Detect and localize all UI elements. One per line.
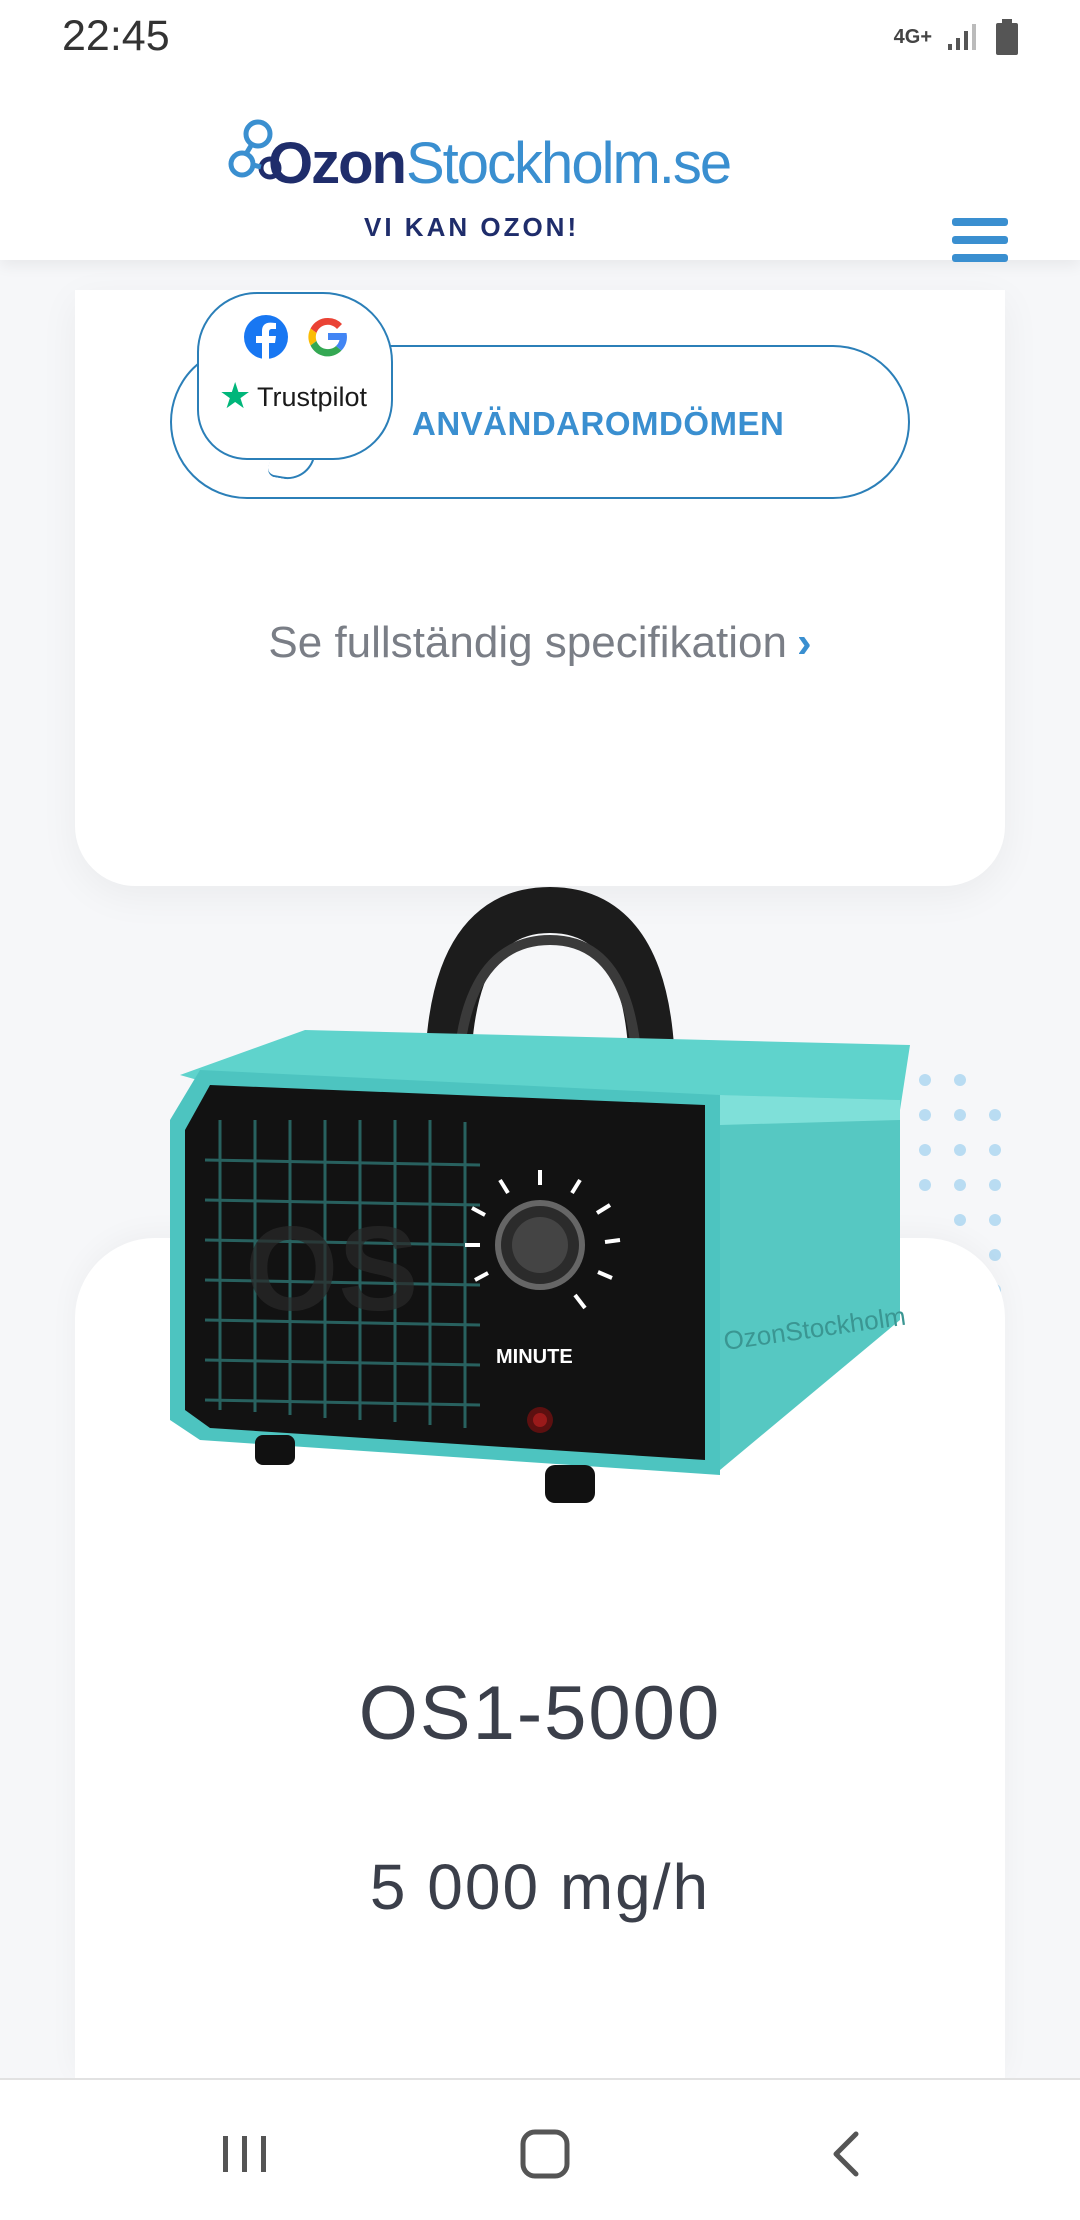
product-capacity: 5 000 mg/h: [369, 1851, 711, 1923]
recent-apps-icon[interactable]: [215, 2124, 275, 2184]
hamburger-menu-icon[interactable]: [952, 218, 1008, 266]
network-type: 4G+: [893, 26, 932, 48]
dial-label: MINUTE: [496, 1346, 573, 1368]
logo-brand-ozon: Ozon: [268, 131, 407, 196]
ozone-generator-image[interactable]: OS MINUTE OzonStockholm: [160, 880, 920, 1580]
back-icon[interactable]: [818, 2124, 878, 2184]
home-icon[interactable]: [515, 2124, 575, 2184]
chevron-right-icon: ›: [796, 618, 812, 667]
system-navigation-bar: [0, 2078, 1080, 2220]
site-logo[interactable]: Ozon Stockholm.se VI KAN OZON!: [228, 100, 732, 242]
trustpilot-label: Trustpilot: [257, 382, 368, 412]
logo-tagline: VI KAN OZON!: [364, 212, 580, 242]
status-icons: 4G+: [894, 18, 1020, 56]
review-sources-badge: ★ Trustpilot: [197, 292, 393, 460]
trustpilot-star-icon: ★: [219, 375, 252, 416]
product-card-previous: ANVÄNDAROMDÖMEN ★ Trustpilot Se fullstän…: [75, 290, 1005, 886]
google-icon: [308, 317, 347, 357]
battery-icon: [996, 19, 1018, 55]
spec-link-label: Se fullständig specifikation: [268, 618, 787, 667]
reviews-label: ANVÄNDAROMDÖMEN: [412, 405, 785, 442]
svg-text:OS: OS: [245, 1202, 418, 1336]
facebook-icon: [244, 315, 288, 360]
site-header: Ozon Stockholm.se VI KAN OZON!: [0, 78, 1080, 262]
signal-icon: [948, 24, 976, 50]
status-bar: 22:45 4G+: [0, 0, 1080, 78]
logo-brand-stockholm: Stockholm.se: [406, 131, 732, 196]
full-specification-link[interactable]: Se fullständig specifikation ›: [75, 618, 1005, 668]
status-time: 22:45: [62, 12, 170, 60]
product-name[interactable]: OS1-5000: [75, 1670, 1005, 1757]
